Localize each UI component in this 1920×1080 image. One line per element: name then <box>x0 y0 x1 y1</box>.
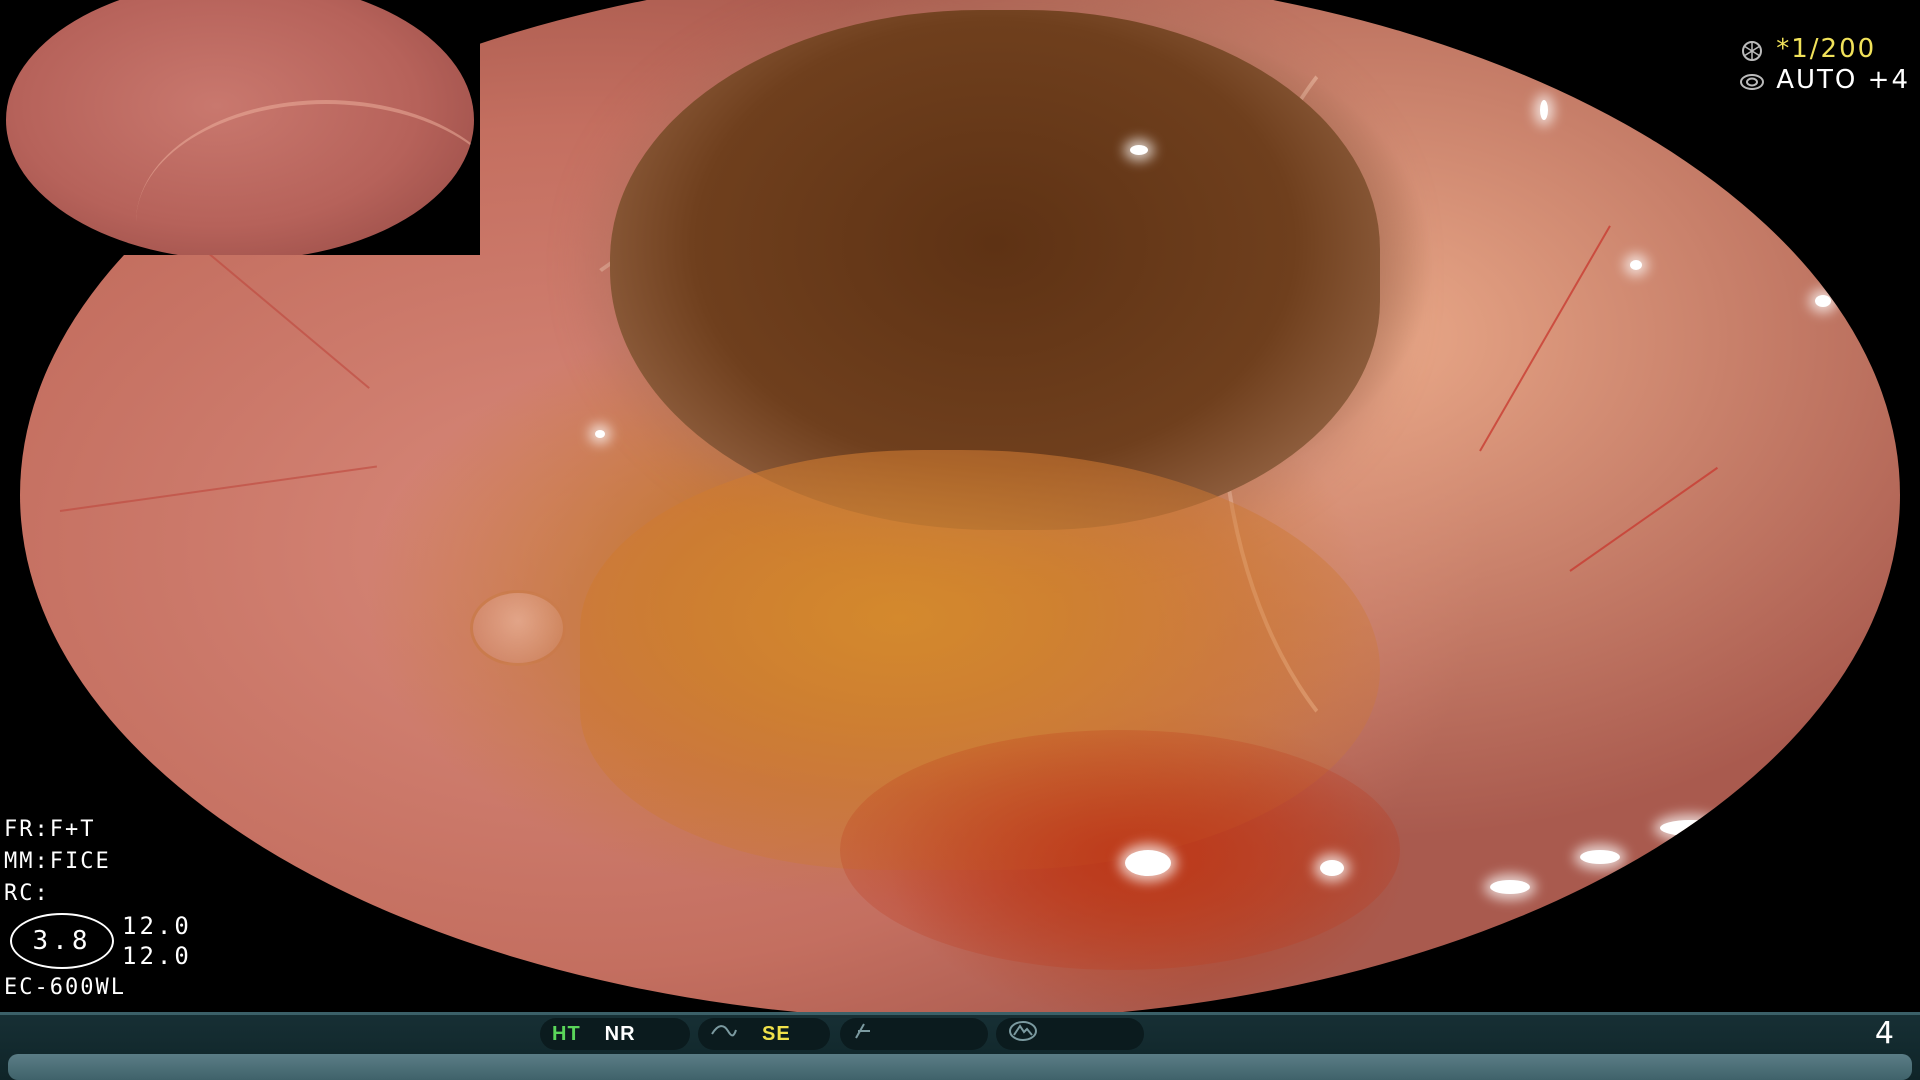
frame-setting: FR:F+T <box>4 817 96 842</box>
status-bar-divider <box>0 1012 1920 1015</box>
scope-model: EC-600WL <box>4 975 126 1000</box>
mountain-indicator[interactable] <box>996 1018 1144 1050</box>
iris-row: AUTO +4 <box>1738 65 1910 96</box>
se-indicator[interactable]: SE <box>698 1018 830 1050</box>
mucosal-redness <box>840 730 1400 970</box>
slash-icon <box>852 1022 876 1046</box>
endoscopy-monitor: *1/200 AUTO +4 FR:F+T MM:FICE RC: 3.8 12… <box>0 0 1920 1080</box>
tilde-curve-icon <box>710 1022 738 1046</box>
light-reflection <box>1130 145 1148 155</box>
mucosal-fold <box>136 100 474 255</box>
se-label: SE <box>762 1022 791 1045</box>
zoom-value-1: 12.0 <box>122 912 192 940</box>
mode-setting: MM:FICE <box>4 849 111 874</box>
slash-indicator[interactable] <box>840 1018 988 1050</box>
ht-nr-indicator[interactable]: HT NR <box>540 1018 690 1050</box>
light-reflection <box>1490 880 1530 894</box>
light-reflection <box>1815 295 1831 307</box>
nr-label: NR <box>604 1022 636 1045</box>
bubble <box>470 590 566 666</box>
mountain-circle-icon <box>1008 1020 1038 1048</box>
zoom-badge: 3.8 <box>10 913 114 969</box>
rc-setting: RC: <box>4 881 50 906</box>
shutter-speed: *1/200 <box>1776 34 1877 64</box>
settings-readout: FR:F+T MM:FICE RC: 3.8 12.0 12.0 EC-600W… <box>4 814 192 1004</box>
zoom-values: 12.0 12.0 <box>122 911 192 971</box>
exposure-readout: *1/200 AUTO +4 <box>1738 34 1910 96</box>
light-reflection <box>1630 260 1642 270</box>
light-reflection <box>595 430 605 438</box>
shutter-row: *1/200 <box>1738 34 1910 65</box>
page-number: 4 <box>1874 1016 1894 1051</box>
status-bar: HT NR SE 4 <box>0 1012 1920 1080</box>
light-reflection <box>1125 850 1171 876</box>
light-reflection <box>1580 850 1620 864</box>
iris-icon <box>1738 70 1766 92</box>
aperture-icon <box>1738 39 1766 61</box>
pip-view <box>0 0 480 255</box>
iris-mode: AUTO +4 <box>1776 65 1910 95</box>
light-reflection <box>1660 820 1720 836</box>
blood-vessel <box>59 465 378 512</box>
light-reflection <box>1540 100 1548 120</box>
ht-label: HT <box>552 1022 581 1045</box>
status-track <box>8 1054 1912 1080</box>
light-reflection <box>1320 860 1344 876</box>
zoom-row: 3.8 12.0 12.0 <box>4 910 192 972</box>
pip-endoscopic-image <box>6 0 474 255</box>
zoom-value-2: 12.0 <box>122 942 192 970</box>
